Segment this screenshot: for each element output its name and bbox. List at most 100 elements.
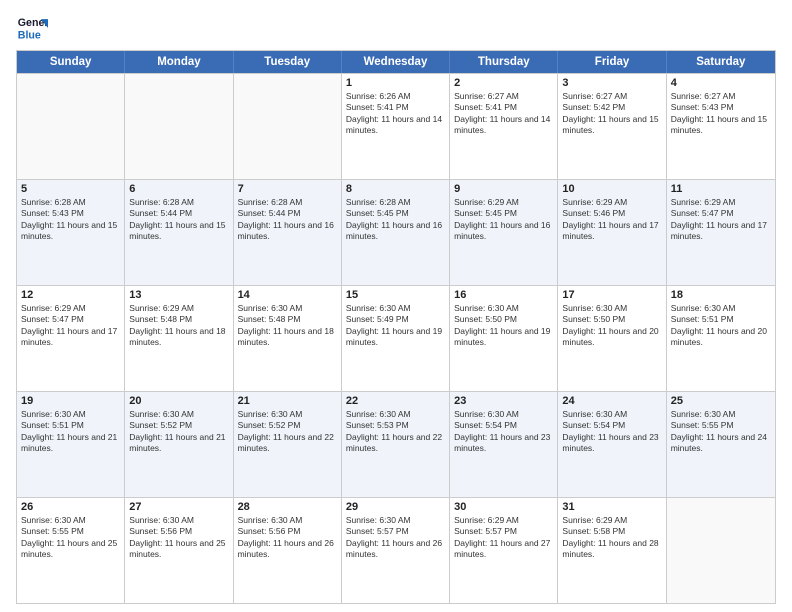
cell-info: Sunrise: 6:30 AM Sunset: 5:54 PM Dayligh… <box>562 409 661 455</box>
day-number: 22 <box>346 395 445 407</box>
day-number: 27 <box>129 501 228 513</box>
cell-info: Sunrise: 6:27 AM Sunset: 5:43 PM Dayligh… <box>671 91 771 137</box>
calendar-cell: 14 Sunrise: 6:30 AM Sunset: 5:48 PM Dayli… <box>234 286 342 391</box>
weekday-header: Saturday <box>667 51 775 73</box>
cell-info: Sunrise: 6:28 AM Sunset: 5:43 PM Dayligh… <box>21 197 120 243</box>
cell-info: Sunrise: 6:30 AM Sunset: 5:56 PM Dayligh… <box>129 515 228 561</box>
day-number: 9 <box>454 183 553 195</box>
day-number: 3 <box>562 77 661 89</box>
day-number: 8 <box>346 183 445 195</box>
cell-info: Sunrise: 6:29 AM Sunset: 5:48 PM Dayligh… <box>129 303 228 349</box>
day-number: 15 <box>346 289 445 301</box>
day-number: 18 <box>671 289 771 301</box>
calendar-cell: 24 Sunrise: 6:30 AM Sunset: 5:54 PM Dayli… <box>558 392 666 497</box>
header: General Blue <box>16 12 776 44</box>
calendar-cell: 30 Sunrise: 6:29 AM Sunset: 5:57 PM Dayli… <box>450 498 558 603</box>
cell-info: Sunrise: 6:27 AM Sunset: 5:42 PM Dayligh… <box>562 91 661 137</box>
calendar-cell: 25Sunrise: 6:30 AM Sunset: 5:55 PM Dayli… <box>667 392 775 497</box>
calendar-cell <box>17 74 125 179</box>
cell-info: Sunrise: 6:30 AM Sunset: 5:56 PM Dayligh… <box>238 515 337 561</box>
day-number: 24 <box>562 395 661 407</box>
calendar-cell: 10 Sunrise: 6:29 AM Sunset: 5:46 PM Dayli… <box>558 180 666 285</box>
weekday-header: Tuesday <box>234 51 342 73</box>
day-number: 10 <box>562 183 661 195</box>
cell-info: Sunrise: 6:26 AM Sunset: 5:41 PM Dayligh… <box>346 91 445 137</box>
calendar-cell: 3 Sunrise: 6:27 AM Sunset: 5:42 PM Daylig… <box>558 74 666 179</box>
svg-text:General: General <box>18 17 48 29</box>
day-number: 31 <box>562 501 661 513</box>
weekday-header: Thursday <box>450 51 558 73</box>
cell-info: Sunrise: 6:28 AM Sunset: 5:44 PM Dayligh… <box>238 197 337 243</box>
day-number: 17 <box>562 289 661 301</box>
calendar-cell: 27 Sunrise: 6:30 AM Sunset: 5:56 PM Dayli… <box>125 498 233 603</box>
calendar-cell: 1 Sunrise: 6:26 AM Sunset: 5:41 PM Daylig… <box>342 74 450 179</box>
day-number: 7 <box>238 183 337 195</box>
calendar-row: 19 Sunrise: 6:30 AM Sunset: 5:51 PM Dayli… <box>17 391 775 497</box>
calendar-cell: 17 Sunrise: 6:30 AM Sunset: 5:50 PM Dayli… <box>558 286 666 391</box>
calendar-cell: 19 Sunrise: 6:30 AM Sunset: 5:51 PM Dayli… <box>17 392 125 497</box>
calendar-row: 1 Sunrise: 6:26 AM Sunset: 5:41 PM Daylig… <box>17 73 775 179</box>
day-number: 25 <box>671 395 771 407</box>
calendar-row: 5Sunrise: 6:28 AM Sunset: 5:43 PM Daylig… <box>17 179 775 285</box>
cell-info: Sunrise: 6:30 AM Sunset: 5:49 PM Dayligh… <box>346 303 445 349</box>
calendar-cell: 26 Sunrise: 6:30 AM Sunset: 5:55 PM Dayli… <box>17 498 125 603</box>
calendar-cell: 5Sunrise: 6:28 AM Sunset: 5:43 PM Daylig… <box>17 180 125 285</box>
calendar-cell: 16Sunrise: 6:30 AM Sunset: 5:50 PM Dayli… <box>450 286 558 391</box>
calendar-cell <box>667 498 775 603</box>
day-number: 23 <box>454 395 553 407</box>
calendar-cell: 28 Sunrise: 6:30 AM Sunset: 5:56 PM Dayli… <box>234 498 342 603</box>
cell-info: Sunrise: 6:30 AM Sunset: 5:51 PM Dayligh… <box>671 303 771 349</box>
cell-info: Sunrise: 6:30 AM Sunset: 5:48 PM Dayligh… <box>238 303 337 349</box>
cell-info: Sunrise: 6:30 AM Sunset: 5:54 PM Dayligh… <box>454 409 553 455</box>
calendar-cell <box>125 74 233 179</box>
day-number: 11 <box>671 183 771 195</box>
calendar-cell: 22 Sunrise: 6:30 AM Sunset: 5:53 PM Dayli… <box>342 392 450 497</box>
calendar-cell: 29Sunrise: 6:30 AM Sunset: 5:57 PM Dayli… <box>342 498 450 603</box>
calendar-cell: 8 Sunrise: 6:28 AM Sunset: 5:45 PM Daylig… <box>342 180 450 285</box>
calendar-cell: 15 Sunrise: 6:30 AM Sunset: 5:49 PM Dayli… <box>342 286 450 391</box>
calendar-cell: 18 Sunrise: 6:30 AM Sunset: 5:51 PM Dayli… <box>667 286 775 391</box>
weekday-header: Wednesday <box>342 51 450 73</box>
logo: General Blue <box>16 12 48 44</box>
calendar-cell: 13 Sunrise: 6:29 AM Sunset: 5:48 PM Dayli… <box>125 286 233 391</box>
calendar-cell: 6Sunrise: 6:28 AM Sunset: 5:44 PM Daylig… <box>125 180 233 285</box>
calendar-cell: 4 Sunrise: 6:27 AM Sunset: 5:43 PM Daylig… <box>667 74 775 179</box>
cell-info: Sunrise: 6:30 AM Sunset: 5:52 PM Dayligh… <box>129 409 228 455</box>
day-number: 29 <box>346 501 445 513</box>
cell-info: Sunrise: 6:30 AM Sunset: 5:53 PM Dayligh… <box>346 409 445 455</box>
day-number: 26 <box>21 501 120 513</box>
day-number: 6 <box>129 183 228 195</box>
calendar-row: 12 Sunrise: 6:29 AM Sunset: 5:47 PM Dayli… <box>17 285 775 391</box>
cell-info: Sunrise: 6:29 AM Sunset: 5:47 PM Dayligh… <box>21 303 120 349</box>
day-number: 14 <box>238 289 337 301</box>
cell-info: Sunrise: 6:29 AM Sunset: 5:58 PM Dayligh… <box>562 515 661 561</box>
cell-info: Sunrise: 6:29 AM Sunset: 5:47 PM Dayligh… <box>671 197 771 243</box>
day-number: 1 <box>346 77 445 89</box>
day-number: 19 <box>21 395 120 407</box>
cell-info: Sunrise: 6:29 AM Sunset: 5:57 PM Dayligh… <box>454 515 553 561</box>
day-number: 30 <box>454 501 553 513</box>
cell-info: Sunrise: 6:30 AM Sunset: 5:55 PM Dayligh… <box>21 515 120 561</box>
cell-info: Sunrise: 6:30 AM Sunset: 5:51 PM Dayligh… <box>21 409 120 455</box>
cell-info: Sunrise: 6:29 AM Sunset: 5:45 PM Dayligh… <box>454 197 553 243</box>
logo-icon: General Blue <box>16 12 48 44</box>
cell-info: Sunrise: 6:29 AM Sunset: 5:46 PM Dayligh… <box>562 197 661 243</box>
calendar-cell: 23 Sunrise: 6:30 AM Sunset: 5:54 PM Dayli… <box>450 392 558 497</box>
calendar-cell: 11 Sunrise: 6:29 AM Sunset: 5:47 PM Dayli… <box>667 180 775 285</box>
calendar-row: 26 Sunrise: 6:30 AM Sunset: 5:55 PM Dayli… <box>17 497 775 603</box>
day-number: 12 <box>21 289 120 301</box>
calendar-cell: 31 Sunrise: 6:29 AM Sunset: 5:58 PM Dayli… <box>558 498 666 603</box>
calendar-cell <box>234 74 342 179</box>
page: General Blue SundayMondayTuesdayWednesda… <box>0 0 792 612</box>
cell-info: Sunrise: 6:28 AM Sunset: 5:45 PM Dayligh… <box>346 197 445 243</box>
calendar-cell: 9 Sunrise: 6:29 AM Sunset: 5:45 PM Daylig… <box>450 180 558 285</box>
day-number: 4 <box>671 77 771 89</box>
calendar-cell: 2Sunrise: 6:27 AM Sunset: 5:41 PM Daylig… <box>450 74 558 179</box>
cell-info: Sunrise: 6:30 AM Sunset: 5:50 PM Dayligh… <box>562 303 661 349</box>
cell-info: Sunrise: 6:30 AM Sunset: 5:52 PM Dayligh… <box>238 409 337 455</box>
day-number: 13 <box>129 289 228 301</box>
svg-text:Blue: Blue <box>18 30 41 42</box>
day-number: 28 <box>238 501 337 513</box>
day-number: 2 <box>454 77 553 89</box>
weekday-header: Friday <box>558 51 666 73</box>
